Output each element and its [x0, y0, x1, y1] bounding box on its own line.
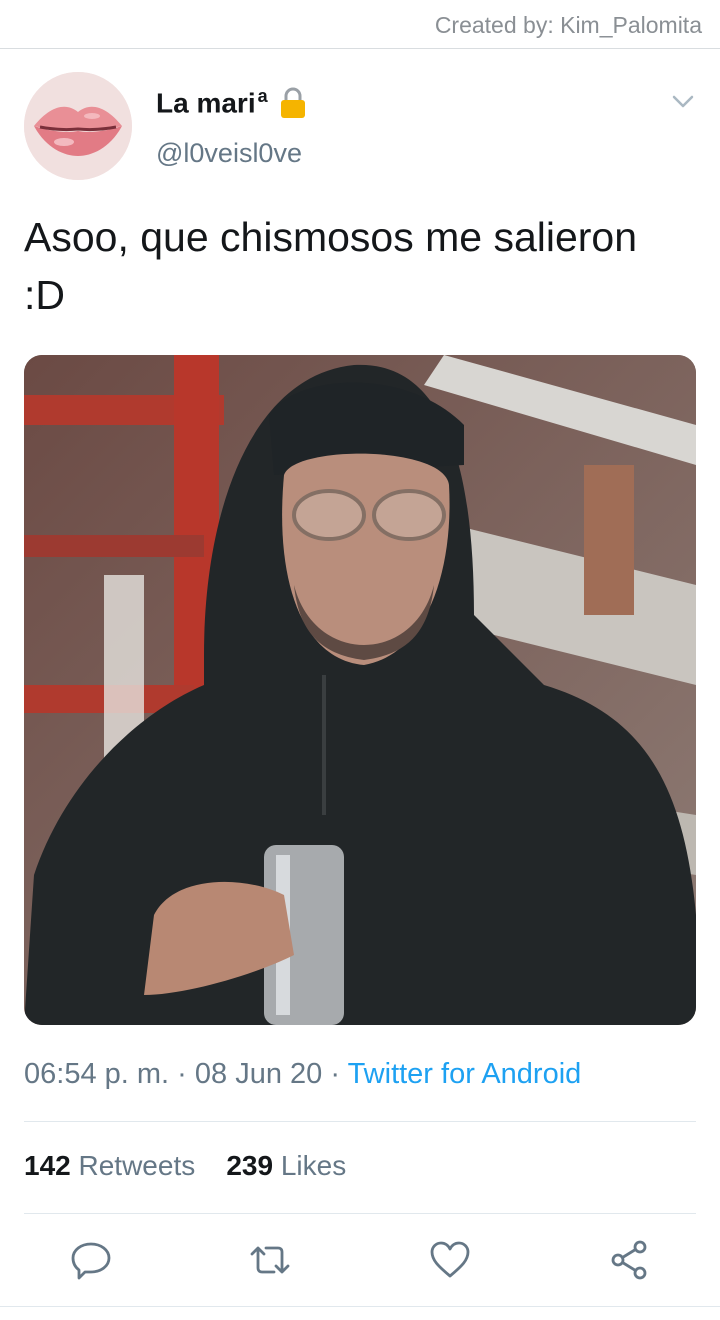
avatar[interactable]: [24, 72, 132, 180]
reply-icon: [71, 1242, 111, 1280]
divider: [0, 1306, 720, 1307]
heart-icon: [430, 1241, 470, 1278]
divider: [24, 1121, 696, 1122]
lock-icon: [278, 86, 308, 120]
chevron-down-icon[interactable]: [670, 88, 696, 114]
display-name[interactable]: La mari a: [156, 86, 308, 120]
retweets-count: 142: [24, 1150, 71, 1181]
photo-image: [24, 355, 696, 1025]
tweet-date: 08 Jun 20: [194, 1058, 323, 1090]
meta-separator: ·: [330, 1058, 341, 1090]
retweet-icon: [250, 1246, 290, 1274]
display-name-text: La mari: [156, 87, 256, 119]
reply-button[interactable]: [63, 1232, 119, 1288]
tweet-actions: [0, 1232, 720, 1288]
retweets-label: Retweets: [78, 1150, 196, 1181]
tweet-source-link[interactable]: Twitter for Android: [348, 1058, 582, 1090]
retweet-button[interactable]: [242, 1232, 298, 1288]
likes-count: 239: [226, 1150, 274, 1181]
divider: [24, 1213, 696, 1214]
like-button[interactable]: [422, 1232, 478, 1288]
likes-label: Likes: [280, 1150, 347, 1181]
share-button[interactable]: [602, 1232, 658, 1288]
user-handle[interactable]: @l0veisl0ve: [156, 138, 302, 169]
divider: [0, 48, 720, 49]
share-icon: [611, 1240, 647, 1280]
tweet-screen: Created by: Kim_Palomita La mari a @l0vei…: [0, 0, 720, 1320]
retweets-stat[interactable]: 142 Retweets: [24, 1150, 195, 1181]
tweet-time: 06:54 p. m.: [24, 1058, 170, 1090]
tweet-meta: 06:54 p. m. · 08 Jun 20 · Twitter for An…: [24, 1058, 581, 1091]
avatar-image: [24, 72, 132, 180]
tweet-photo[interactable]: [24, 355, 696, 1025]
likes-stat[interactable]: 239 Likes: [226, 1150, 346, 1181]
meta-separator: ·: [177, 1058, 187, 1090]
display-name-sup: a: [257, 86, 268, 107]
tweet-stats: 142 Retweets 239 Likes: [24, 1150, 346, 1182]
tweet-text: Asoo, que chismosos me salieron :D: [24, 214, 638, 318]
credit-label: Created by: Kim_Palomita: [434, 12, 702, 38]
